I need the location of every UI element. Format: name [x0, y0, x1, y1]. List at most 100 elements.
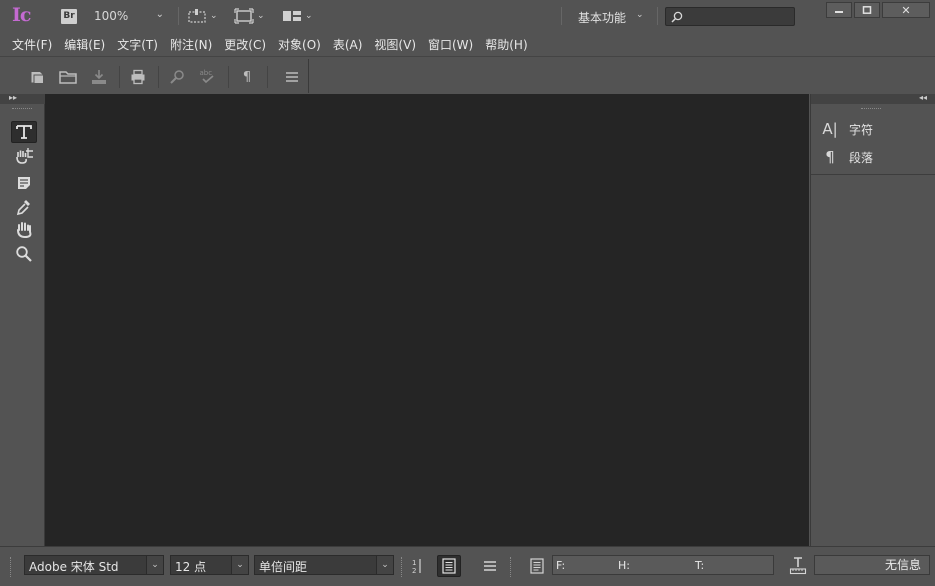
font-family-select[interactable]: Adobe 宋体 Std ⌄ — [24, 555, 164, 575]
open-button[interactable] — [59, 68, 77, 86]
command-bar: abc ¶ — [0, 56, 935, 94]
paragraph-panel-label: 段落 — [849, 150, 874, 165]
show-hidden-characters-button[interactable]: ¶ — [238, 68, 256, 86]
control-panel-menu-button[interactable] — [478, 555, 502, 577]
chevron-down-icon: ⌄ — [305, 11, 313, 21]
menu-file[interactable]: 文件(F) — [6, 36, 58, 53]
printer-icon — [131, 69, 145, 85]
panel-dock-header[interactable]: ◂◂ — [811, 93, 935, 104]
minimize-button[interactable] — [826, 2, 852, 18]
workspace-switcher[interactable]: 基本功能 ⌄ — [570, 6, 654, 26]
chevron-down-icon[interactable]: ⌄ — [231, 556, 248, 574]
hand-icon — [17, 222, 32, 239]
bridge-button[interactable]: Br — [61, 9, 77, 24]
line-spacing-select[interactable]: 单倍间距 ⌄ — [254, 555, 394, 575]
screen-mode-button[interactable]: ⌄ — [234, 7, 265, 25]
position-tool[interactable] — [11, 145, 37, 167]
menu-notes[interactable]: 附注(N) — [164, 36, 218, 53]
zoom-select[interactable]: 100% ⌄ — [86, 6, 170, 26]
hand-crop-icon — [16, 148, 33, 164]
arrange-documents-button[interactable]: ⌄ — [282, 7, 313, 25]
chevron-down-icon: ⌄ — [636, 10, 644, 20]
panel-dock: ◂◂ A| 字符 ¶ 段落 — [810, 93, 935, 546]
note-icon — [18, 177, 30, 189]
info-panel-button[interactable] — [525, 555, 549, 577]
menu-type[interactable]: 文字(T) — [111, 36, 164, 53]
character-icon: A| — [822, 120, 838, 138]
panel-grip[interactable] — [10, 557, 14, 577]
divider — [267, 66, 268, 88]
hand-tool[interactable] — [11, 219, 37, 241]
collapse-icon[interactable]: ◂◂ — [919, 93, 927, 102]
search-input[interactable] — [665, 7, 795, 26]
menu-help[interactable]: 帮助(H) — [479, 36, 533, 53]
h-label: H: — [618, 559, 630, 572]
character-panel-label: 字符 — [849, 122, 874, 137]
divider — [561, 7, 562, 25]
note-tool[interactable] — [11, 172, 37, 194]
text-ruler-button[interactable] — [786, 555, 810, 577]
paragraph-panel-button[interactable]: ¶ 段落 — [821, 146, 931, 168]
line-numbering-icon: 12 — [412, 559, 421, 574]
divider — [510, 557, 514, 577]
control-panel: Adobe 宋体 Std ⌄ 12 点 ⌄ 单倍间距 ⌄ 12 F: H: T:… — [0, 546, 935, 586]
spell-check-icon: abc — [200, 69, 214, 84]
command-bar-group: abc ¶ — [18, 59, 309, 93]
character-panel-button[interactable]: A| 字符 — [821, 118, 931, 140]
vertical-justification-button[interactable]: 12 — [407, 555, 431, 577]
close-button[interactable]: ✕ — [882, 2, 930, 18]
divider — [158, 66, 159, 88]
app-logo: Ic — [12, 4, 31, 26]
title-bar: Ic Br 100% ⌄ ⌄ ⌄ ⌄ 基本功能 ⌄ ✕ — [0, 0, 935, 32]
menu-object[interactable]: 对象(O) — [272, 36, 327, 53]
tools-panel: ▸▸ — [0, 93, 45, 546]
expand-icon[interactable]: ▸▸ — [9, 93, 17, 102]
tools-panel-header[interactable]: ▸▸ — [0, 93, 45, 104]
menu-edit[interactable]: 编辑(E) — [58, 36, 111, 53]
text-frame-button[interactable] — [437, 555, 461, 577]
view-options-button[interactable]: ⌄ — [187, 7, 218, 25]
zoom-tool[interactable] — [11, 243, 37, 265]
arrange-documents-icon — [283, 11, 301, 21]
panel-menu-button[interactable] — [283, 68, 301, 86]
panel-grip[interactable] — [861, 108, 881, 110]
folder-icon — [59, 71, 77, 84]
divider — [228, 66, 229, 88]
divider — [811, 174, 935, 175]
document-info-icon — [530, 558, 544, 574]
hamburger-icon — [286, 72, 298, 82]
new-document-button[interactable] — [28, 68, 46, 86]
chevron-down-icon[interactable]: ⌄ — [376, 556, 393, 574]
print-button[interactable] — [129, 68, 147, 86]
find-button[interactable] — [168, 68, 186, 86]
maximize-icon — [862, 6, 872, 14]
magnifier-icon — [16, 246, 32, 262]
zoom-value: 100% — [94, 9, 129, 23]
type-tool[interactable] — [11, 121, 37, 143]
panel-grip[interactable] — [12, 108, 32, 110]
chevron-down-icon[interactable]: ⌄ — [146, 556, 163, 574]
menu-changes[interactable]: 更改(C) — [218, 36, 272, 53]
font-size-select[interactable]: 12 点 ⌄ — [170, 555, 249, 575]
download-icon — [92, 70, 106, 84]
menu-view[interactable]: 视图(V) — [368, 36, 422, 53]
close-icon: ✕ — [901, 3, 911, 17]
spell-check-button[interactable]: abc — [199, 68, 217, 86]
t-label: T: — [695, 559, 705, 572]
maximize-button[interactable] — [854, 2, 880, 18]
text-frame-icon — [442, 558, 456, 574]
document-canvas[interactable] — [45, 94, 809, 546]
menu-table[interactable]: 表(A) — [327, 36, 369, 53]
svg-text:2: 2 — [412, 567, 416, 574]
menu-window[interactable]: 窗口(W) — [422, 36, 479, 53]
divider — [401, 557, 405, 577]
f-label: F: — [556, 559, 566, 572]
save-button[interactable] — [90, 68, 108, 86]
chevron-down-icon: ⌄ — [257, 11, 265, 21]
font-size-value: 12 点 — [175, 560, 207, 574]
svg-text:abc: abc — [200, 69, 213, 77]
view-options-icon — [188, 9, 206, 23]
eyedropper-tool[interactable] — [11, 196, 37, 218]
divider — [657, 7, 658, 25]
type-icon — [16, 125, 32, 139]
